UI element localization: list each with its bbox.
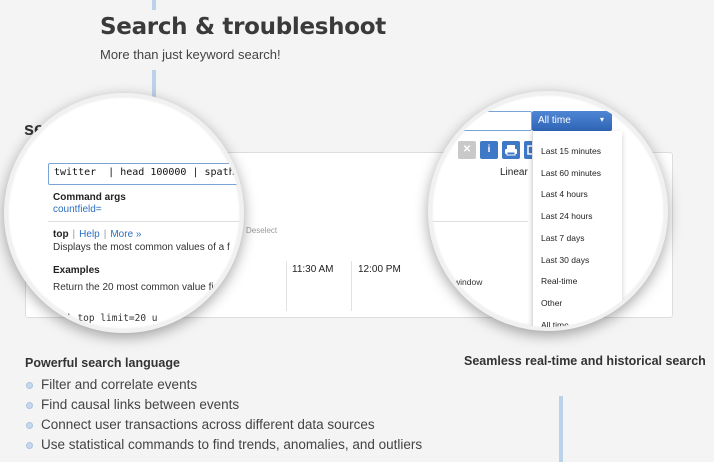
list-item: Find causal links between events [25, 397, 422, 417]
info-icon[interactable]: i [480, 141, 498, 159]
time-option[interactable]: Last 7 days [541, 233, 584, 243]
divider [432, 221, 528, 222]
scale-label[interactable]: Linear [500, 167, 528, 178]
time-column-header: 11:30 AM [292, 264, 334, 275]
features-list: Filter and correlate events Find causal … [25, 377, 422, 457]
features-heading: Powerful search language [25, 356, 180, 370]
time-range-selected: All time [538, 115, 571, 126]
list-item: Use statistical commands to find trends,… [25, 437, 422, 457]
time-option[interactable]: Last 15 minutes [541, 146, 601, 156]
separator: | [103, 229, 107, 240]
time-option[interactable]: Last 60 minutes [541, 168, 601, 178]
more-link[interactable]: More » [110, 229, 141, 240]
command-description: Displays the most common values of a f [53, 242, 230, 253]
connector-line-bottom [559, 396, 563, 462]
list-item: Connect user transactions across differe… [25, 417, 422, 437]
bullet-icon [26, 382, 33, 389]
command-help-line: top | Help | More » [53, 229, 141, 240]
example-description: Return the 20 most common value field. [53, 282, 230, 293]
bullet-icon [26, 442, 33, 449]
time-option[interactable]: Last 4 hours [541, 189, 588, 199]
page-title: Search & troubleshoot [100, 14, 386, 40]
separator: | [72, 229, 76, 240]
list-item: Filter and correlate events [25, 377, 422, 397]
time-option[interactable]: Last 30 days [541, 255, 589, 265]
search-input-edge[interactable] [438, 111, 532, 131]
search-input[interactable]: twitter | head 100000 | spath [48, 163, 240, 185]
bullet-icon [26, 402, 33, 409]
time-range-picker[interactable]: All time ▾ [532, 111, 612, 131]
time-option[interactable]: Real-time [541, 276, 577, 286]
time-range-dropdown: Last 15 minutes Last 60 minutes Last 4 h… [532, 131, 622, 327]
divider [48, 221, 240, 222]
window-label: window [454, 277, 483, 287]
column-divider [351, 261, 352, 311]
caret-down-icon: ▾ [599, 115, 604, 124]
feature-text: Use statistical commands to find trends,… [41, 437, 423, 452]
time-option[interactable]: Last 24 hours [541, 211, 593, 221]
print-icon[interactable] [502, 141, 520, 159]
realtime-heading: Seamless real-time and historical search [464, 354, 706, 368]
connector-line-top [152, 0, 156, 10]
help-link[interactable]: Help [79, 229, 100, 240]
command-name: top [53, 229, 69, 240]
feature-text: Connect user transactions across differe… [41, 417, 375, 432]
feature-text: Find causal links between events [41, 397, 240, 412]
column-divider [286, 261, 287, 311]
example-code: | top limit=20 u [66, 313, 158, 324]
page-header: Search & troubleshoot More than just key… [100, 14, 386, 62]
examples-label: Examples [53, 265, 100, 276]
bullet-icon [26, 422, 33, 429]
search-magnifier: twitter | head 100000 | spath Command ar… [4, 93, 244, 333]
time-range-magnifier: All time ▾ ✕ i Linear window Last 15 min… [428, 91, 668, 331]
command-args-label: Command args [53, 192, 126, 203]
command-args-value[interactable]: countfield= [53, 204, 102, 215]
deselect-link[interactable]: Deselect [246, 226, 277, 235]
feature-text: Filter and correlate events [41, 377, 198, 392]
page-subtitle: More than just keyword search! [100, 47, 281, 62]
time-option[interactable]: All time [541, 320, 569, 327]
time-option[interactable]: Other [541, 298, 562, 308]
time-column-header: 12:00 PM [358, 264, 401, 275]
close-icon[interactable]: ✕ [458, 141, 476, 159]
